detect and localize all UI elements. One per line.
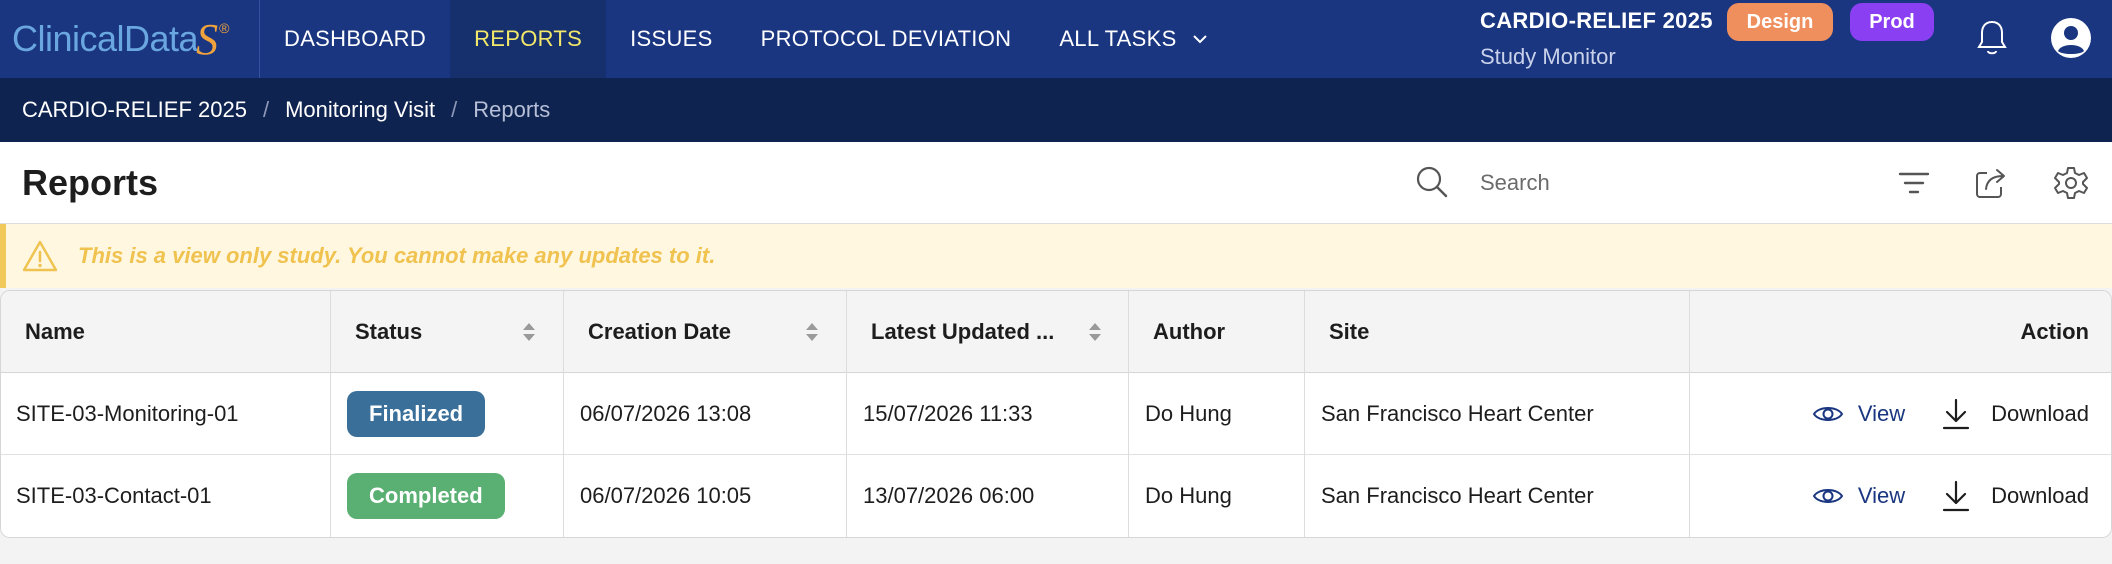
nav-item-label: ISSUES (630, 26, 713, 51)
breadcrumb-study[interactable]: CARDIO-RELIEF 2025 (22, 97, 247, 123)
search-input[interactable] (1480, 162, 1860, 204)
cell-actions: View Download (1690, 455, 2111, 537)
sort-icon[interactable] (804, 321, 820, 343)
breadcrumb-current-page: Reports (473, 97, 551, 122)
eye-icon (1812, 407, 1844, 421)
nav-item-label: ALL TASKS (1059, 26, 1177, 51)
page-header: Reports (0, 142, 2112, 224)
table-row[interactable]: SITE-03-Monitoring-01 Finalized 06/07/20… (1, 373, 2111, 455)
nav-item-label: REPORTS (474, 26, 583, 51)
column-header-latest-updated[interactable]: Latest Updated ... (847, 291, 1129, 373)
column-header-creation-date[interactable]: Creation Date (564, 291, 847, 373)
logo-text: ClinicalData (12, 18, 199, 59)
chevron-down-icon (1192, 35, 1207, 44)
cell-report-name: SITE-03-Monitoring-01 (1, 373, 331, 455)
download-label: Download (1991, 483, 2089, 508)
column-header-label: Latest Updated ... (871, 319, 1055, 344)
view-label: View (1857, 483, 1906, 508)
download-button[interactable]: Download (1941, 397, 2089, 431)
status-badge: Completed (347, 473, 505, 519)
view-label: View (1857, 401, 1906, 426)
logo-mark: S (196, 14, 219, 64)
download-button[interactable]: Download (1941, 479, 2089, 513)
column-header-label: Author (1153, 319, 1226, 344)
nav-item-label: DASHBOARD (284, 26, 427, 51)
breadcrumb: CARDIO-RELIEF 2025 / Monitoring Visit / … (0, 78, 2112, 142)
nav-item-label: PROTOCOL DEVIATION (760, 26, 1012, 51)
column-header-label: Name (25, 319, 85, 344)
user-avatar-icon[interactable] (2050, 17, 2092, 59)
breadcrumb-separator: / (451, 97, 458, 122)
table-header-row: Name Status Creation Date Latest Updated… (1, 291, 2111, 373)
filter-icon[interactable] (1896, 165, 1932, 201)
nav-item-protocol-deviation[interactable]: PROTOCOL DEVIATION (737, 0, 1036, 78)
warning-text: This is a view only study. You cannot ma… (78, 243, 716, 268)
column-header-status[interactable]: Status (331, 291, 564, 373)
download-label: Download (1991, 401, 2089, 426)
column-header-label: Site (1329, 319, 1370, 344)
study-role: Study Monitor (1480, 44, 1616, 69)
cell-latest-updated: 13/07/2026 06:00 (847, 455, 1129, 537)
study-name: CARDIO-RELIEF 2025 (1480, 8, 1713, 33)
column-header-name[interactable]: Name (1, 291, 331, 373)
view-button[interactable]: View (1812, 401, 1905, 427)
column-header-author[interactable]: Author (1129, 291, 1305, 373)
cell-actions: View Download (1690, 373, 2111, 455)
status-badge: Finalized (347, 391, 486, 437)
export-icon[interactable] (1973, 165, 2009, 201)
cell-site: San Francisco Heart Center (1305, 455, 1690, 537)
page-title: Reports (22, 162, 159, 203)
view-only-warning-banner: This is a view only study. You cannot ma… (0, 224, 2112, 288)
cell-status: Completed (331, 455, 564, 537)
nav-item-all-tasks[interactable]: ALL TASKS (1035, 0, 1232, 78)
app-logo[interactable]: ClinicalData S ® (0, 0, 260, 78)
main-nav: DASHBOARD REPORTS ISSUES PROTOCOL DEVIAT… (260, 0, 1233, 78)
view-button[interactable]: View (1812, 483, 1905, 509)
cell-latest-updated: 15/07/2026 11:33 (847, 373, 1129, 455)
reports-table: Name Status Creation Date Latest Updated… (0, 290, 2112, 538)
cell-author: Do Hung (1129, 455, 1305, 537)
nav-item-reports[interactable]: REPORTS (450, 0, 607, 78)
table-row[interactable]: SITE-03-Contact-01 Completed 06/07/2026 … (1, 455, 2111, 537)
nav-item-dashboard[interactable]: DASHBOARD (260, 0, 450, 78)
bell-icon[interactable] (1975, 18, 2009, 58)
column-header-site[interactable]: Site (1305, 291, 1690, 373)
breadcrumb-monitoring-visit[interactable]: Monitoring Visit (285, 97, 435, 123)
search-icon[interactable] (1414, 164, 1450, 200)
cell-status: Finalized (331, 373, 564, 455)
study-info: CARDIO-RELIEF 2025 Study Monitor (1480, 8, 1713, 70)
column-header-label: Status (355, 319, 423, 344)
logo-registered-mark: ® (219, 20, 230, 36)
cell-creation-date: 06/07/2026 13:08 (564, 373, 847, 455)
design-environment-badge[interactable]: Design (1727, 3, 1833, 41)
column-header-action: Action (1690, 291, 2111, 373)
cell-creation-date: 06/07/2026 10:05 (564, 455, 847, 537)
column-header-label: Creation Date (588, 319, 732, 344)
cell-author: Do Hung (1129, 373, 1305, 455)
cell-site: San Francisco Heart Center (1305, 373, 1690, 455)
eye-icon (1812, 489, 1844, 503)
nav-item-issues[interactable]: ISSUES (606, 0, 737, 78)
prod-environment-badge[interactable]: Prod (1850, 3, 1934, 41)
column-header-label: Action (2020, 319, 2089, 344)
download-icon (1943, 480, 1970, 512)
breadcrumb-separator: / (262, 97, 270, 122)
top-navigation-bar: ClinicalData S ® DASHBOARD REPORTS ISSUE… (0, 0, 2112, 78)
warning-icon (22, 240, 58, 272)
cell-report-name: SITE-03-Contact-01 (1, 455, 331, 537)
gear-icon[interactable] (2053, 165, 2089, 201)
sort-icon[interactable] (1087, 321, 1103, 343)
sort-icon[interactable] (521, 321, 537, 343)
download-icon (1943, 398, 1970, 430)
